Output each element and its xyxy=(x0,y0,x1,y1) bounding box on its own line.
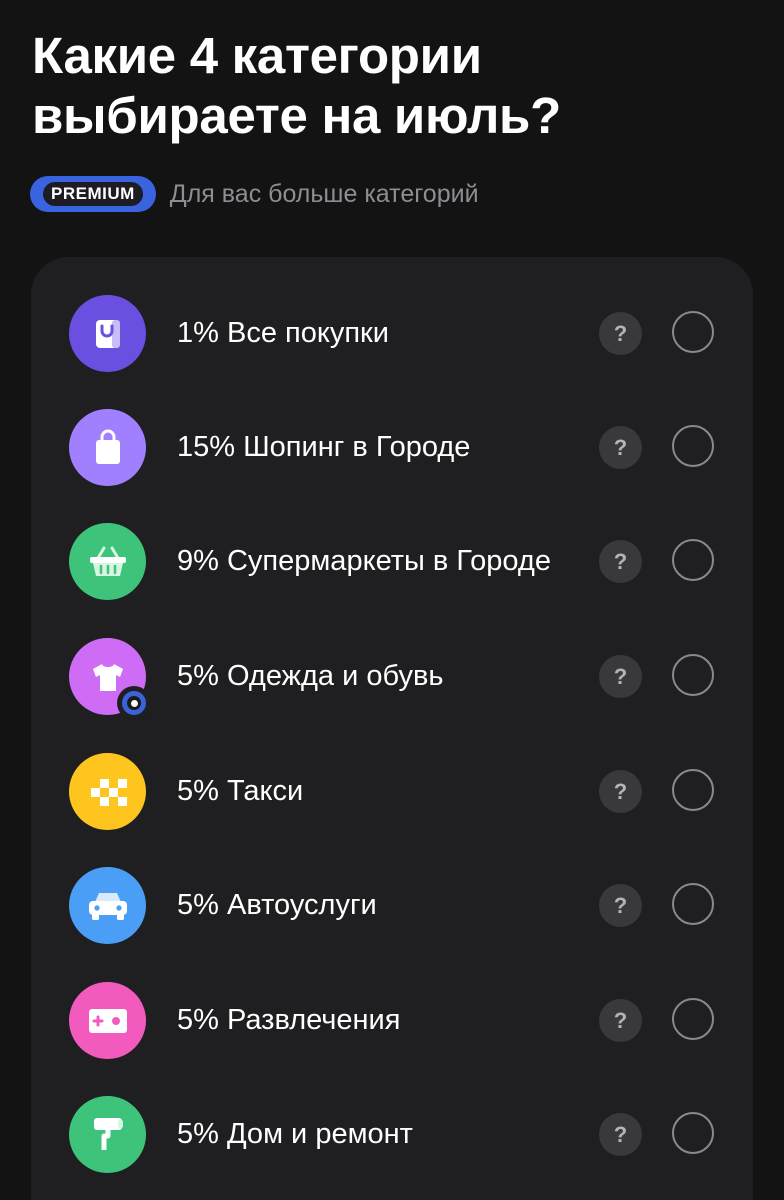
premium-description: Для вас больше категорий xyxy=(169,179,479,208)
help-button[interactable]: ? xyxy=(599,770,642,813)
premium-badge-label: PREMIUM xyxy=(43,182,143,206)
select-radio[interactable] xyxy=(672,539,714,581)
basket-icon xyxy=(69,523,146,600)
help-button[interactable]: ? xyxy=(599,655,642,698)
category-row[interactable]: 5% Такси ? xyxy=(31,753,753,833)
question-icon: ? xyxy=(613,892,628,918)
category-row[interactable]: 5% Одежда и обувь ? xyxy=(31,638,753,720)
location-badge-icon xyxy=(117,686,151,720)
category-label: 5% Развлечения xyxy=(177,1004,401,1036)
question-icon: ? xyxy=(613,548,628,574)
category-label: 1% Все покупки xyxy=(177,317,389,349)
question-icon: ? xyxy=(613,778,628,804)
category-row[interactable]: 9% Супермаркеты в Городе ? xyxy=(31,523,753,603)
help-button[interactable]: ? xyxy=(599,312,642,355)
category-selection-screen: Какие 4 категории выбираете на июль? PRE… xyxy=(0,0,784,1200)
gamepad-icon xyxy=(69,982,146,1059)
category-label: 5% Такси xyxy=(177,775,304,807)
bag-icon xyxy=(69,295,146,372)
car-icon xyxy=(69,867,146,944)
category-row[interactable]: 1% Все покупки ? xyxy=(31,295,753,375)
premium-badge: PREMIUM xyxy=(30,176,156,212)
select-radio[interactable] xyxy=(672,425,714,467)
question-icon: ? xyxy=(613,1007,628,1033)
select-radio[interactable] xyxy=(672,311,714,353)
help-button[interactable]: ? xyxy=(599,999,642,1042)
shopping-bag-icon xyxy=(69,409,146,486)
category-label: 15% Шопинг в Городе xyxy=(177,431,471,463)
question-icon: ? xyxy=(613,434,628,460)
question-icon: ? xyxy=(613,663,628,689)
question-icon: ? xyxy=(613,320,628,346)
select-radio[interactable] xyxy=(672,654,714,696)
category-row[interactable]: 5% Развлечения ? xyxy=(31,982,753,1062)
question-icon: ? xyxy=(613,1121,628,1147)
category-label: 5% Дом и ремонт xyxy=(177,1118,413,1150)
select-radio[interactable] xyxy=(672,769,714,811)
help-button[interactable]: ? xyxy=(599,884,642,927)
category-row[interactable]: 5% Автоуслуги ? xyxy=(31,867,753,947)
premium-info[interactable]: PREMIUM Для вас больше категорий xyxy=(30,176,479,212)
select-radio[interactable] xyxy=(672,998,714,1040)
category-label: 5% Одежда и обувь xyxy=(177,660,444,692)
category-row[interactable]: 5% Дом и ремонт ? xyxy=(31,1096,753,1176)
help-button[interactable]: ? xyxy=(599,540,642,583)
page-title: Какие 4 категории выбираете на июль? xyxy=(32,27,561,144)
category-label: 5% Автоуслуги xyxy=(177,889,377,921)
help-button[interactable]: ? xyxy=(599,1113,642,1156)
help-button[interactable]: ? xyxy=(599,426,642,469)
categories-card: 1% Все покупки ? 15% Шопинг в Городе ? 9… xyxy=(31,257,753,1200)
paint-roller-icon xyxy=(69,1096,146,1173)
taxi-checker-icon xyxy=(69,753,146,830)
category-row[interactable]: 15% Шопинг в Городе ? xyxy=(31,409,753,489)
select-radio[interactable] xyxy=(672,1112,714,1154)
select-radio[interactable] xyxy=(672,883,714,925)
category-label: 9% Супермаркеты в Городе xyxy=(177,545,551,577)
